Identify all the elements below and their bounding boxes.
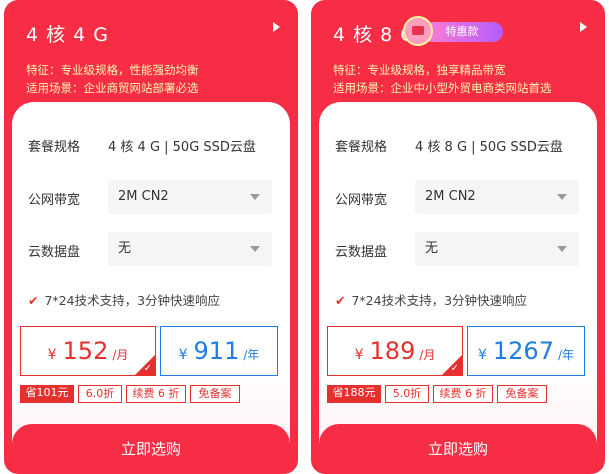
year-amount: 1267 bbox=[492, 337, 554, 365]
yearly-price-option[interactable]: ¥1267/年 bbox=[467, 326, 585, 376]
spec-label: 套餐规格 bbox=[28, 140, 81, 155]
card-body: 套餐规格 4 核 8 G | 50G SSD云盘 公网带宽 2M CN2 云数据… bbox=[319, 102, 597, 474]
disk-label: 云数据盘 bbox=[28, 245, 81, 260]
discount-tag: 省101元 bbox=[20, 385, 74, 403]
support-text: 7*24技术支持，3分钟快速响应 bbox=[351, 293, 528, 308]
spec-label: 套餐规格 bbox=[335, 140, 388, 155]
year-currency: ¥ bbox=[477, 347, 487, 363]
discount-tag: 免备案 bbox=[190, 385, 240, 403]
month-currency: ¥ bbox=[47, 347, 57, 363]
discount-tag: 省188元 bbox=[327, 385, 381, 403]
support-note: ✔ 7*24技术支持，3分钟快速响应 bbox=[28, 290, 220, 309]
bandwidth-label: 公网带宽 bbox=[335, 193, 388, 208]
bandwidth-value: 2M CN2 bbox=[425, 189, 476, 204]
bandwidth-label: 公网带宽 bbox=[28, 193, 81, 208]
bandwidth-value: 2M CN2 bbox=[118, 189, 169, 204]
plan-scenario: 适用场景：企业中小型外贸电商类网站首选 bbox=[333, 81, 552, 95]
card-header: 4 核 8 G 特惠款 特征：专业级规格，独享精品带宽 适用场景：企业中小型外贸… bbox=[311, 0, 605, 100]
chevron-down-icon bbox=[557, 246, 567, 252]
discount-tag: 免备案 bbox=[497, 385, 547, 403]
caret-right-icon[interactable] bbox=[273, 22, 280, 32]
plan-card-4c4g: 4 核 4 G 特征：专业级规格，性能强劲均衡 适用场景：企业商贸网站部署必选 … bbox=[4, 0, 298, 474]
plan-scenario: 适用场景：企业商贸网站部署必选 bbox=[26, 81, 199, 95]
monthly-price-option[interactable]: ¥152/月 ✓ bbox=[20, 326, 156, 376]
plan-features: 特征：专业级规格，性能强劲均衡 适用场景：企业商贸网站部署必选 bbox=[26, 61, 199, 97]
year-currency: ¥ bbox=[178, 347, 188, 363]
discount-tag: 5.0折 bbox=[385, 385, 429, 403]
plan-features: 特征：专业级规格，独享精品带宽 适用场景：企业中小型外贸电商类网站首选 bbox=[333, 61, 552, 97]
chevron-down-icon bbox=[557, 194, 567, 200]
buy-now-button[interactable]: 立即选购 bbox=[319, 424, 597, 474]
chevron-down-icon bbox=[250, 246, 260, 252]
month-currency: ¥ bbox=[354, 347, 364, 363]
support-note: ✔ 7*24技术支持，3分钟快速响应 bbox=[335, 290, 527, 309]
discount-tag: 6.0折 bbox=[78, 385, 122, 403]
support-text: 7*24技术支持，3分钟快速响应 bbox=[44, 293, 221, 308]
monthly-price-option[interactable]: ¥189/月 ✓ bbox=[327, 326, 463, 376]
disk-value: 无 bbox=[118, 241, 132, 256]
year-unit: /年 bbox=[243, 348, 260, 362]
bandwidth-select[interactable]: 2M CN2 bbox=[108, 180, 272, 214]
disk-select[interactable]: 无 bbox=[108, 232, 272, 266]
year-unit: /年 bbox=[557, 348, 575, 362]
spec-value: 4 核 8 G | 50G SSD云盘 bbox=[415, 140, 563, 155]
month-unit: /月 bbox=[112, 348, 129, 362]
buy-now-button[interactable]: 立即选购 bbox=[12, 424, 290, 474]
plan-feature: 特征：专业级规格，性能强劲均衡 bbox=[26, 63, 199, 77]
month-amount: 152 bbox=[62, 337, 109, 365]
discount-tag: 续费 6 折 bbox=[126, 385, 186, 403]
card-header: 4 核 4 G 特征：专业级规格，性能强劲均衡 适用场景：企业商贸网站部署必选 bbox=[4, 0, 298, 100]
month-unit: /月 bbox=[419, 348, 436, 362]
disk-select[interactable]: 无 bbox=[415, 232, 579, 266]
chevron-down-icon bbox=[250, 194, 260, 200]
check-icon: ✓ bbox=[143, 363, 152, 374]
disk-label: 云数据盘 bbox=[335, 245, 388, 260]
card-body: 套餐规格 4 核 4 G | 50G SSD云盘 公网带宽 2M CN2 云数据… bbox=[12, 102, 290, 474]
bandwidth-select[interactable]: 2M CN2 bbox=[415, 180, 579, 214]
plan-feature: 特征：专业级规格，独享精品带宽 bbox=[333, 63, 506, 77]
year-amount: 911 bbox=[193, 337, 240, 365]
spec-value: 4 核 4 G | 50G SSD云盘 bbox=[108, 140, 256, 155]
month-amount: 189 bbox=[369, 337, 416, 365]
check-icon: ✔ bbox=[28, 293, 39, 308]
caret-right-icon[interactable] bbox=[580, 22, 587, 32]
check-icon: ✔ bbox=[335, 293, 346, 308]
yearly-price-option[interactable]: ¥911/年 bbox=[160, 326, 278, 376]
plan-card-4c8g: 4 核 8 G 特惠款 特征：专业级规格，独享精品带宽 适用场景：企业中小型外贸… bbox=[311, 0, 605, 474]
promo-badge: 特惠款 bbox=[403, 16, 505, 46]
check-icon: ✓ bbox=[450, 363, 459, 374]
plan-title: 4 核 4 G bbox=[26, 24, 110, 46]
discount-tag: 续费 6 折 bbox=[433, 385, 493, 403]
disk-value: 无 bbox=[425, 241, 439, 256]
promo-label: 特惠款 bbox=[421, 22, 503, 42]
gift-icon bbox=[403, 16, 433, 46]
